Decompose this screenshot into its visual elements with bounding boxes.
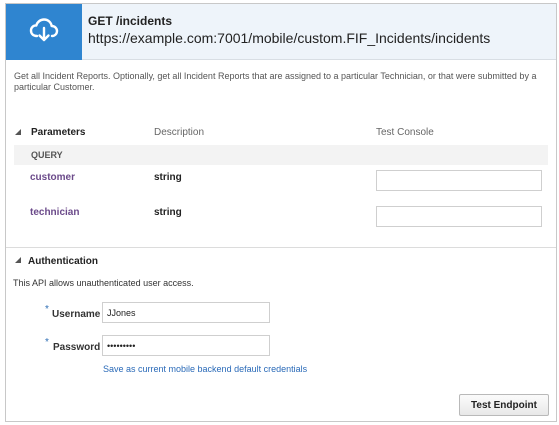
column-header-test-console: Test Console [376, 127, 434, 138]
query-group-label: QUERY [31, 150, 63, 160]
password-field[interactable] [102, 335, 270, 356]
authentication-note: This API allows unauthenticated user acc… [13, 278, 194, 288]
required-indicator: * [45, 337, 49, 348]
username-field[interactable] [102, 302, 270, 323]
cloud-download-icon [29, 18, 59, 42]
section-divider [6, 247, 556, 248]
password-label: Password [53, 342, 101, 353]
collapse-toggle-icon[interactable] [14, 256, 22, 264]
collapse-toggle-icon[interactable] [14, 128, 22, 136]
authentication-heading: Authentication [28, 256, 98, 267]
endpoint-panel: GET /incidents https://example.com:7001/… [5, 3, 557, 422]
column-header-description: Description [154, 127, 205, 138]
column-header-parameters: Parameters [31, 127, 86, 138]
endpoint-method-path: GET /incidents [88, 14, 173, 28]
param-type-customer: string [154, 172, 182, 183]
customer-input[interactable] [376, 170, 542, 191]
endpoint-description: Get all Incident Reports. Optionally, ge… [14, 71, 537, 92]
param-name-technician: technician [30, 207, 80, 218]
save-credentials-link[interactable]: Save as current mobile backend default c… [103, 364, 307, 374]
param-name-customer: customer [30, 172, 76, 183]
test-endpoint-button[interactable]: Test Endpoint [459, 394, 549, 416]
endpoint-header: GET /incidents https://example.com:7001/… [6, 4, 556, 60]
required-indicator: * [45, 304, 49, 315]
endpoint-url: https://example.com:7001/mobile/custom.F… [88, 30, 491, 46]
param-type-technician: string [154, 207, 182, 218]
technician-input[interactable] [376, 206, 542, 227]
query-group-header: QUERY [14, 145, 548, 165]
endpoint-icon-box [6, 4, 82, 60]
username-label: Username [52, 309, 101, 320]
